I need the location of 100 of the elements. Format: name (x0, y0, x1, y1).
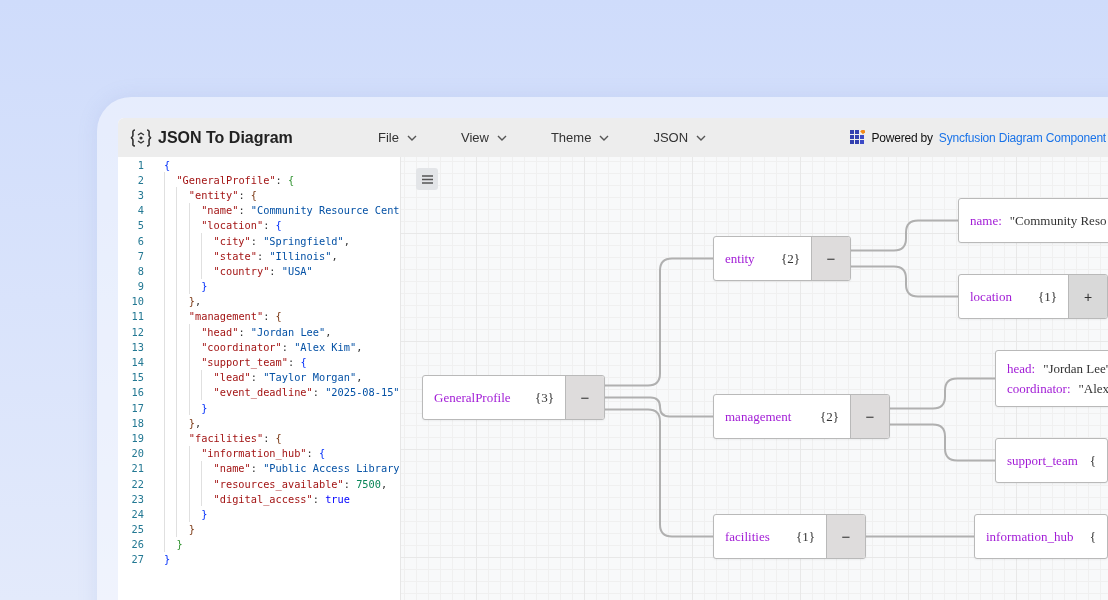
object-node[interactable]: support_team { (995, 438, 1108, 483)
syncfusion-link[interactable]: Syncfusion Diagram Component (938, 130, 1106, 145)
code-line: }, (188, 416, 202, 429)
line-number: 25 (130, 523, 144, 536)
chevron-icon (599, 134, 610, 141)
object-node[interactable]: entity {2} − (713, 236, 851, 281)
object-node[interactable]: GeneralProfile {3} − (422, 375, 605, 420)
code-line: "resources_available": 7500, (213, 477, 388, 490)
menu-dropdown[interactable]: JSON (645, 126, 715, 149)
line-number: 21 (130, 462, 144, 475)
line-number: 12 (130, 325, 144, 338)
code-line: "lead": "Taylor Morgan", (213, 371, 363, 384)
line-number: 9 (136, 280, 144, 293)
line-number: 27 (130, 553, 144, 566)
line-number: 24 (130, 507, 144, 520)
code-line: "information_hub": { (201, 447, 326, 460)
code-line: "digital_access": true (213, 492, 350, 505)
field-value: "Jordan Lee' (1043, 360, 1108, 377)
code-line: "head": "Jordan Lee", (201, 325, 332, 338)
node-count: { (1089, 528, 1096, 545)
line-number: 11 (130, 310, 144, 323)
line-number: 3 (136, 188, 144, 201)
menu-icon (421, 174, 433, 184)
node-label: entity (725, 250, 755, 267)
field-value: "Community Reso (1009, 212, 1107, 229)
chevron-icon (496, 134, 507, 141)
code-line: "facilities": { (188, 431, 282, 444)
code-line: } (201, 401, 208, 414)
line-number: 18 (130, 416, 144, 429)
app-title: JSON To Diagram (158, 128, 294, 147)
code-line: "name": "Community Resource Cent (201, 204, 400, 217)
chevron-icon (406, 134, 417, 141)
line-number: 13 (130, 340, 144, 353)
code-line: } (176, 538, 183, 551)
code-line: } (188, 523, 195, 536)
line-number: 7 (136, 249, 144, 262)
node-count: {2} (820, 408, 839, 425)
chevron-icon (696, 134, 707, 141)
line-number: 6 (136, 234, 144, 247)
field-key: coordinator: (1007, 380, 1071, 397)
line-number: 17 (130, 401, 144, 414)
line-number: 5 (136, 219, 144, 232)
line-number: 23 (130, 492, 144, 505)
code-line: "country": "USA" (213, 264, 313, 277)
code-line: { (164, 158, 171, 171)
code-line: "support_team": { (201, 356, 307, 369)
node-count: { (1089, 452, 1096, 469)
code-line: "coordinator": "Alex Kim", (201, 340, 363, 353)
line-number: 2 (136, 173, 144, 186)
node-count: {3} (535, 389, 554, 406)
line-number: 19 (130, 431, 144, 444)
object-node[interactable]: location {1} + (958, 274, 1108, 319)
line-number: 10 (130, 295, 144, 308)
node-label: management (725, 408, 792, 425)
grid-logo-icon (850, 130, 866, 145)
object-node[interactable]: management {2} − (713, 394, 890, 439)
code-line: }, (188, 295, 202, 308)
code-line: "management": { (188, 310, 282, 323)
menu-button[interactable] (416, 168, 438, 190)
code-line: "GeneralProfile": { (176, 173, 295, 186)
node-count: {1} (1038, 288, 1057, 305)
node-label: GeneralProfile (434, 389, 511, 406)
collapse-button[interactable]: − (826, 515, 865, 558)
node-label: facilities (725, 528, 770, 545)
code-line: "entity": { (188, 188, 257, 201)
node-label: location (970, 288, 1012, 305)
line-number: 22 (130, 477, 144, 490)
powered-by-text: Powered by (871, 130, 933, 145)
code-line: "location": { (201, 219, 282, 232)
expand-button[interactable]: + (1068, 275, 1107, 318)
code-line: "name": "Public Access Library (213, 462, 400, 475)
node-count: {1} (796, 528, 815, 545)
line-number: 14 (130, 356, 144, 369)
object-node[interactable]: information_hub { (974, 514, 1108, 559)
line-number: 15 (130, 371, 144, 384)
line-number: 1 (136, 158, 144, 171)
collapse-button[interactable]: − (850, 395, 889, 438)
collapse-button[interactable]: − (565, 376, 604, 419)
logo-icon (130, 128, 152, 147)
line-number: 20 (130, 447, 144, 460)
code-line: } (201, 507, 208, 520)
field-key: head: (1007, 360, 1036, 377)
code-line: } (164, 553, 171, 566)
menu-dropdown[interactable]: View (452, 126, 515, 149)
node-label: support_team (1007, 452, 1078, 469)
line-number: 4 (136, 204, 144, 217)
collapse-button[interactable]: − (811, 237, 850, 280)
line-number: 26 (130, 538, 144, 551)
code-line: } (201, 280, 208, 293)
menu-dropdown[interactable]: File (370, 126, 425, 149)
code-line: "city": "Springfield", (213, 234, 350, 247)
code-line: "event_deadline": "2025-08-15" (213, 386, 400, 399)
code-line: "state": "Illinois", (213, 249, 338, 262)
node-count: {2} (781, 250, 800, 267)
object-node[interactable]: facilities {1} − (713, 514, 866, 559)
line-number: 16 (130, 386, 144, 399)
menu-dropdown[interactable]: Theme (542, 126, 618, 149)
field-key: name: (970, 212, 1002, 229)
line-number: 8 (136, 264, 144, 277)
node-label: information_hub (986, 528, 1074, 545)
